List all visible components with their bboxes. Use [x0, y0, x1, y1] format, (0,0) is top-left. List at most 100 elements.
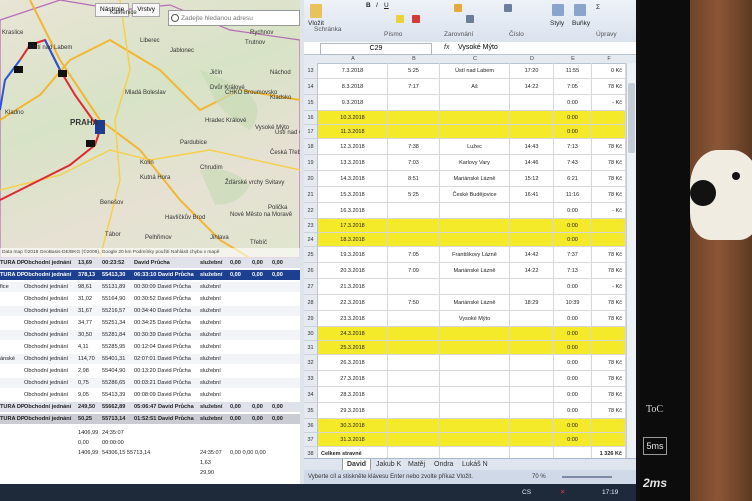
map-search-input[interactable]: Zadejte hledanou adresu — [168, 10, 300, 26]
sheet-cell-f[interactable]: 78 Kč — [592, 79, 626, 95]
sheet-cell-d[interactable] — [510, 327, 554, 341]
sheet-cell-a[interactable]: 23.3.2018 — [318, 311, 388, 327]
sheet-cell-c[interactable] — [440, 279, 510, 295]
sheet-cell-b[interactable]: 7:09 — [388, 263, 440, 279]
sheet-cell-d[interactable] — [510, 233, 554, 247]
table-row[interactable]: ánské Obchodní jednání 114,70 55401,31 02:07… — [0, 354, 300, 364]
sheet-cell-e[interactable]: 7:13 — [554, 263, 592, 279]
font-color-icon[interactable] — [412, 15, 420, 23]
sheet-cell-e[interactable]: 0:00 — [554, 371, 592, 387]
column-header-b[interactable]: B — [388, 55, 440, 63]
sheet-cell-c[interactable] — [440, 125, 510, 139]
sheet-tab-ondra[interactable]: Ondra — [430, 459, 457, 470]
sheet-cell-e[interactable]: 10:39 — [554, 295, 592, 311]
cells-icon[interactable] — [574, 4, 586, 16]
sheet-cell-e[interactable]: 0:00 — [554, 311, 592, 327]
sheet-cell-c[interactable]: Mariánské Lázně — [440, 295, 510, 311]
sheet-cell-f[interactable]: 0 Kč — [592, 63, 626, 79]
sheet-cell-d[interactable]: 14:46 — [510, 155, 554, 171]
sheet-cell-c[interactable]: Aš — [440, 79, 510, 95]
sheet-cell-a[interactable]: 22.3.2018 — [318, 295, 388, 311]
sheet-row[interactable]: 27 21.3.2018 0:00- Kč — [304, 279, 636, 295]
sheet-cell-c[interactable]: Mariánské Lázně — [440, 263, 510, 279]
styles-button[interactable]: Styly — [550, 20, 564, 27]
sheet-cell-c[interactable]: Ústí nad Labem — [440, 63, 510, 79]
sheet-cell-a[interactable]: 28.3.2018 — [318, 387, 388, 403]
sheet-cell-d[interactable] — [510, 387, 554, 403]
row-number[interactable]: 23 — [304, 219, 318, 233]
sheet-cell-f[interactable] — [592, 419, 626, 433]
sheet-cell-f[interactable]: 78 Kč — [592, 311, 626, 327]
sheet-row[interactable]: 17 11.3.2018 0:00 — [304, 125, 636, 139]
zoom-level[interactable]: 70 % — [532, 470, 546, 484]
cells-button[interactable]: Buňky — [572, 20, 590, 27]
sheet-cell-d[interactable] — [510, 203, 554, 219]
sheet-cell-d[interactable]: 16:41 — [510, 187, 554, 203]
sheet-cell-b[interactable] — [388, 311, 440, 327]
sheet-cell-a[interactable]: 14.3.2018 — [318, 171, 388, 187]
bold-button[interactable]: B — [366, 2, 371, 9]
sheet-row[interactable]: 16 10.3.2018 0:00 — [304, 111, 636, 125]
sheet-cell-c[interactable] — [440, 419, 510, 433]
row-number[interactable]: 15 — [304, 95, 318, 111]
sheet-cell-a[interactable]: 25.3.2018 — [318, 341, 388, 355]
sheet-cell-f[interactable] — [592, 125, 626, 139]
row-number[interactable]: 27 — [304, 279, 318, 295]
column-header-e[interactable]: E — [554, 55, 592, 63]
column-header-a[interactable]: A — [318, 55, 388, 63]
sheet-row[interactable]: 20 14.3.2018 8:51 Mariánské Lázně 15:12 6:21 7… — [304, 171, 636, 187]
sheet-cell-e[interactable]: 0:00 — [554, 387, 592, 403]
sheet-cell-b[interactable] — [388, 233, 440, 247]
row-number[interactable]: 16 — [304, 111, 318, 125]
sheet-cell-d[interactable]: 14:42 — [510, 247, 554, 263]
sheet-cell-d[interactable] — [510, 95, 554, 111]
sheet-cell-e[interactable]: 0:00 — [554, 433, 592, 447]
column-header-d[interactable]: D — [510, 55, 554, 63]
row-number[interactable]: 32 — [304, 355, 318, 371]
sheet-tab-lukas[interactable]: Lukáš N — [458, 459, 492, 470]
row-number[interactable]: 18 — [304, 139, 318, 155]
sheet-cell-c[interactable] — [440, 203, 510, 219]
sheet-cell-d[interactable]: 17:20 — [510, 63, 554, 79]
zoom-slider[interactable] — [562, 476, 612, 478]
sheet-row[interactable]: 32 26.3.2018 0:00 78 Kč — [304, 355, 636, 371]
sheet-cell-f[interactable]: 78 Kč — [592, 403, 626, 419]
sheet-cell-a[interactable]: 13.3.2018 — [318, 155, 388, 171]
table-row[interactable]: Obchodní jednání 4,11 55285,95 00:12:04 Dav… — [0, 342, 300, 352]
sheet-cell-c[interactable] — [440, 233, 510, 247]
sheet-cell-f[interactable]: 78 Kč — [592, 139, 626, 155]
table-row[interactable]: TURA DP Obchodní jednání 50,25 55713,14 01:5… — [0, 414, 300, 424]
sheet-cell-c[interactable]: Mariánské Lázně — [440, 171, 510, 187]
sheet-cell-e[interactable]: 0:00 — [554, 355, 592, 371]
sheet-cell-e[interactable]: 0:00 — [554, 403, 592, 419]
sheet-cell-a[interactable]: 11.3.2018 — [318, 125, 388, 139]
sheet-cell-c[interactable] — [440, 403, 510, 419]
sheet-cell-b[interactable]: 7:05 — [388, 247, 440, 263]
sheet-cell-d[interactable] — [510, 111, 554, 125]
sheet-cell-e[interactable]: 11:55 — [554, 63, 592, 79]
table-row[interactable]: TURA DP Obchodní jednání 378,13 55413,30 06:… — [0, 270, 300, 280]
sheet-row[interactable]: 23 17.3.2018 0:00 — [304, 219, 636, 233]
sheet-cell-a[interactable]: 15.3.2018 — [318, 187, 388, 203]
sheet-cell-e[interactable]: 7:37 — [554, 247, 592, 263]
sheet-row[interactable]: 28 22.3.2018 7:50 Mariánské Lázně 18:29 10:39… — [304, 295, 636, 311]
sheet-cell-d[interactable] — [510, 371, 554, 387]
sheet-row[interactable]: 19 13.3.2018 7:03 Karlovy Vary 14:46 7:43 78 K… — [304, 155, 636, 171]
sheet-row[interactable]: 33 27.3.2018 0:00 78 Kč — [304, 371, 636, 387]
row-number[interactable]: 24 — [304, 233, 318, 247]
sheet-cell-f[interactable] — [592, 111, 626, 125]
row-number[interactable]: 25 — [304, 247, 318, 263]
sheet-cell-e[interactable]: 0:00 — [554, 233, 592, 247]
sheet-cell-b[interactable] — [388, 355, 440, 371]
sheet-cell-b[interactable] — [388, 279, 440, 295]
sheet-cell-d[interactable]: 14:22 — [510, 79, 554, 95]
sheet-row[interactable]: 15 9.3.2018 0:00- Kč — [304, 95, 636, 111]
row-number[interactable]: 35 — [304, 403, 318, 419]
sheet-row[interactable]: 24 18.3.2018 0:00 — [304, 233, 636, 247]
sheet-row[interactable]: 34 28.3.2018 0:00 78 Kč — [304, 387, 636, 403]
sheet-cell-d[interactable] — [510, 433, 554, 447]
sheet-cell-b[interactable]: 7:17 — [388, 79, 440, 95]
map-view[interactable]: Nástroje Vrstvy Zadejte hledanou adresu … — [0, 0, 300, 258]
sheet-cell-f[interactable]: 78 Kč — [592, 371, 626, 387]
sheet-row[interactable]: 37 31.3.2018 0:00 — [304, 433, 636, 447]
